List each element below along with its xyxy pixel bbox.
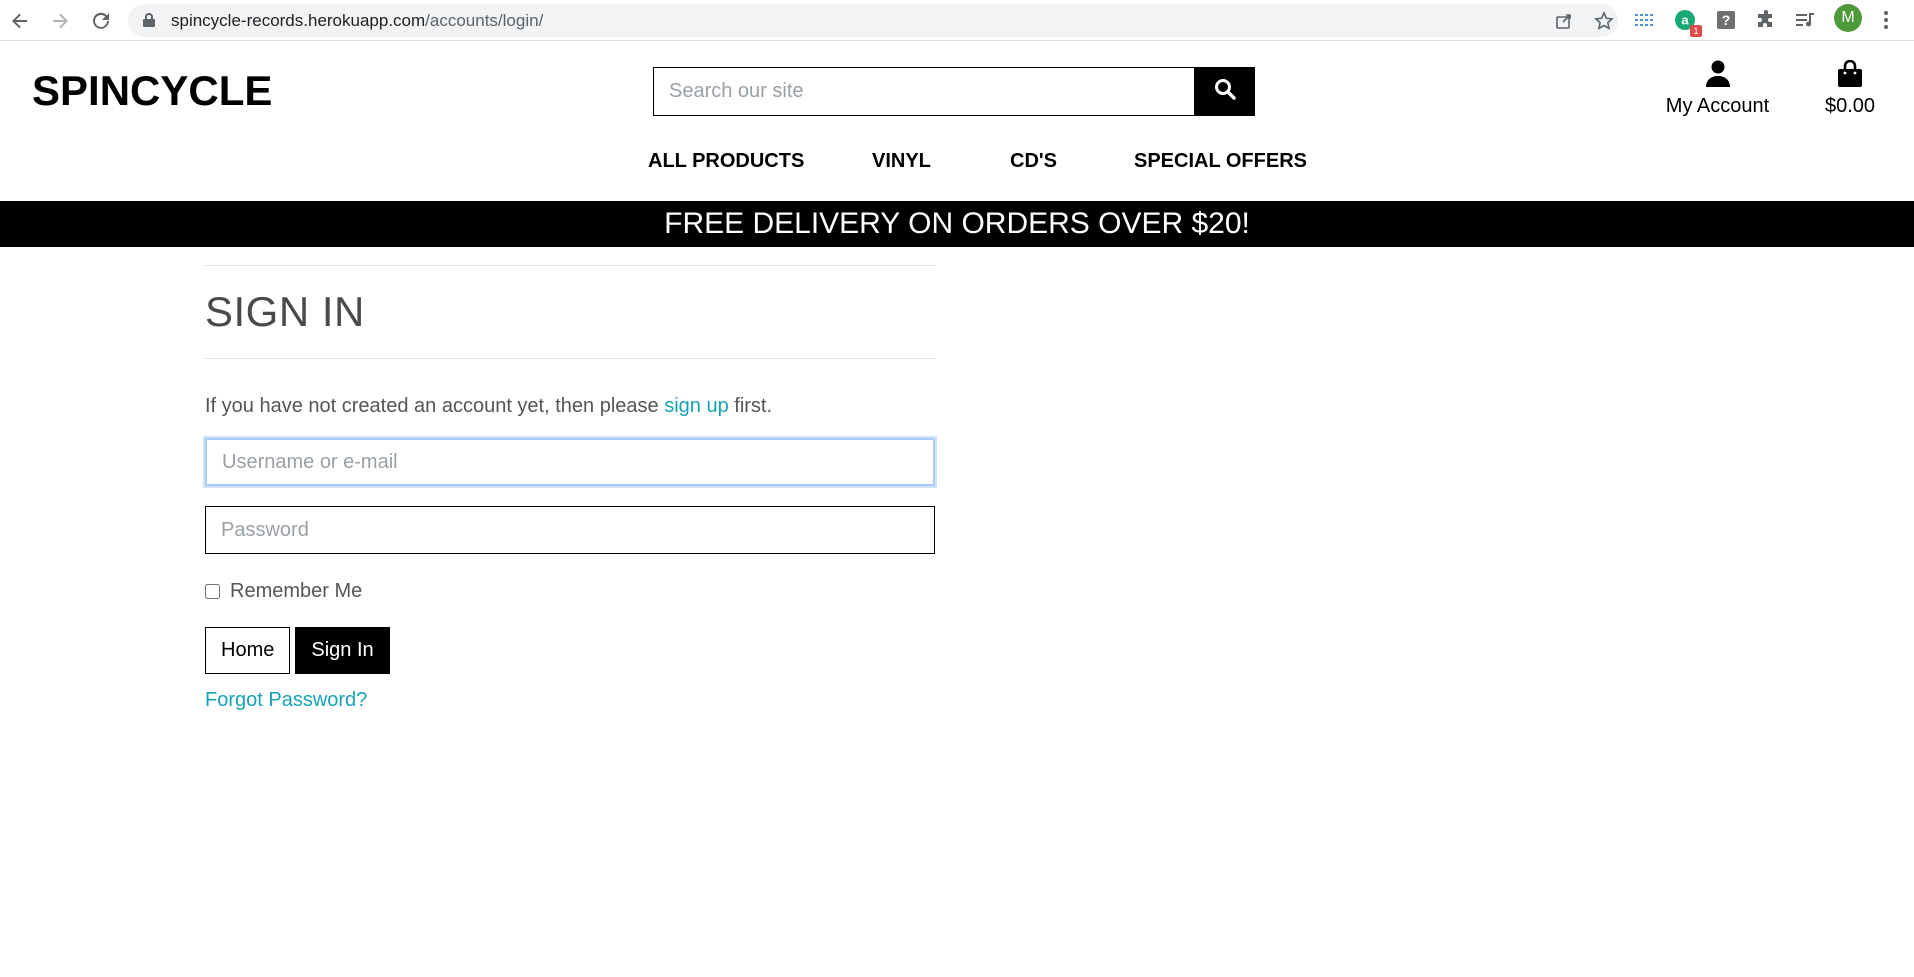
reload-icon[interactable]: [85, 5, 117, 37]
help-icon[interactable]: ?: [1711, 5, 1741, 35]
my-account-link[interactable]: My Account: [1660, 60, 1775, 118]
remember-me-checkbox[interactable]: [205, 584, 220, 599]
menu-icon[interactable]: [1871, 5, 1901, 35]
profile-avatar[interactable]: M: [1834, 4, 1862, 32]
user-icon: [1705, 60, 1731, 92]
remember-me[interactable]: Remember Me: [205, 580, 935, 603]
form-actions: Home Sign In: [205, 627, 935, 674]
extension-icon[interactable]: a 1: [1670, 5, 1702, 37]
page-title: SIGN IN: [205, 288, 365, 335]
search-form: [653, 67, 1255, 116]
home-button[interactable]: Home: [205, 627, 291, 674]
divider-bottom: [205, 358, 935, 359]
signin-section: SIGN IN If you have not created an accou…: [205, 265, 935, 712]
forward-icon[interactable]: [44, 5, 76, 37]
star-icon[interactable]: [1593, 10, 1615, 32]
bag-total: $0.00: [1824, 95, 1876, 117]
apps-icon[interactable]: [1630, 5, 1660, 35]
signup-link[interactable]: sign up: [664, 395, 729, 417]
svg-text:a: a: [1681, 13, 1689, 28]
puzzle-icon[interactable]: [1751, 5, 1781, 35]
my-account-label: My Account: [1665, 95, 1770, 117]
search-button[interactable]: [1194, 67, 1255, 116]
nav-cds[interactable]: CD'S: [1010, 150, 1057, 173]
extension-badge: 1: [1690, 25, 1702, 37]
delivery-banner: FREE DELIVERY ON ORDERS OVER $20!: [0, 201, 1914, 247]
search-input[interactable]: [653, 67, 1195, 116]
sign-in-button[interactable]: Sign In: [295, 627, 390, 674]
lock-icon[interactable]: [142, 12, 156, 33]
browser-toolbar: spincycle-records.herokuapp.com/accounts…: [0, 0, 1914, 41]
forgot-password-link[interactable]: Forgot Password?: [205, 689, 935, 712]
search-icon: [1214, 78, 1236, 105]
remember-me-label: Remember Me: [230, 580, 363, 602]
media-icon[interactable]: [1790, 5, 1820, 35]
svg-text:?: ?: [1722, 12, 1731, 28]
main-nav: ALL PRODUCTS VINYL CD'S SPECIAL OFFERS: [0, 150, 1914, 184]
nav-vinyl[interactable]: VINYL: [872, 150, 931, 173]
url-text: spincycle-records.herokuapp.com/accounts…: [171, 11, 544, 30]
shopping-bag-link[interactable]: $0.00: [1820, 59, 1880, 118]
address-bar[interactable]: spincycle-records.herokuapp.com/accounts…: [128, 4, 1618, 37]
site-logo[interactable]: SPINCYCLE: [32, 67, 272, 115]
back-icon[interactable]: [4, 5, 36, 37]
password-field[interactable]: [205, 506, 935, 554]
share-icon[interactable]: [1553, 10, 1575, 32]
username-field[interactable]: [205, 438, 935, 486]
nav-all-products[interactable]: ALL PRODUCTS: [648, 150, 804, 173]
signup-prompt: If you have not created an account yet, …: [205, 395, 773, 417]
shopping-bag-icon: [1837, 59, 1863, 92]
nav-special-offers[interactable]: SPECIAL OFFERS: [1134, 150, 1307, 173]
divider-top: [205, 265, 935, 266]
